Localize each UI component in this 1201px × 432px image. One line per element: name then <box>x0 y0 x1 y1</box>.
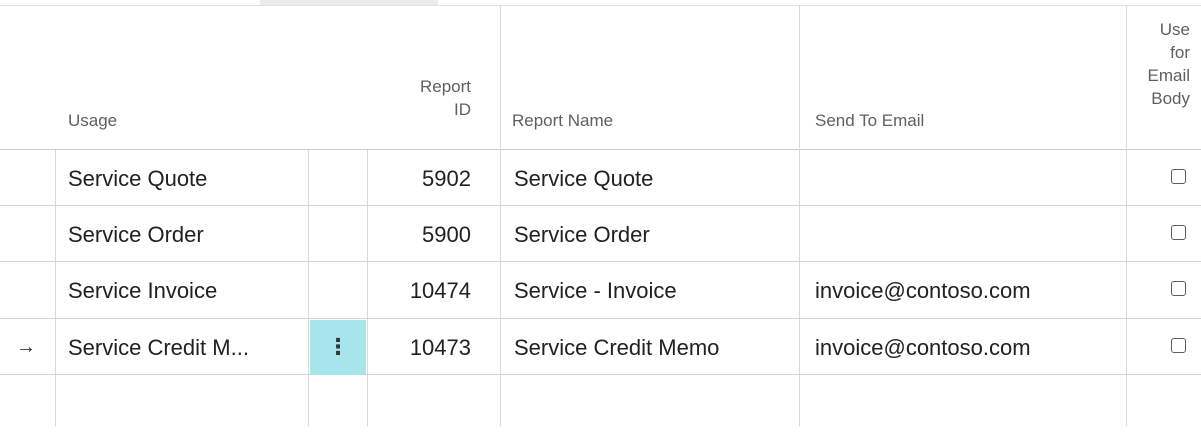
report-id-cell[interactable]: 5902 <box>370 150 471 207</box>
header-divider <box>1126 5 1127 148</box>
usage-cell[interactable]: Service Credit M... <box>68 319 249 376</box>
send-to-email-cell[interactable]: invoice@contoso.com <box>815 262 1031 319</box>
column-header-report-id[interactable]: Report ID <box>370 75 471 121</box>
report-name-cell[interactable]: Service Order <box>514 206 650 263</box>
column-header-use-line-4: Body <box>1151 89 1190 108</box>
top-tab-edge <box>260 0 438 5</box>
column-header-report-id-line-1: Report <box>419 77 471 96</box>
send-to-email-cell[interactable]: invoice@contoso.com <box>815 319 1031 376</box>
report-name-cell[interactable]: Service Credit Memo <box>514 319 719 376</box>
use-for-email-body-checkbox[interactable] <box>1171 281 1186 296</box>
column-header-use-line-2: for <box>1170 43 1190 62</box>
report-id-cell[interactable]: 10474 <box>370 262 471 319</box>
column-header-use-line-1: Use <box>1159 20 1190 39</box>
table-row-empty[interactable] <box>0 375 1201 432</box>
use-for-email-body-checkbox[interactable] <box>1171 338 1186 353</box>
column-header-report-name[interactable]: Report Name <box>512 109 613 132</box>
header-divider <box>799 5 800 148</box>
table-row-selected[interactable]: → Service Credit M... ⋮ 10473 Service Cr… <box>0 319 1201 376</box>
report-id-cell[interactable]: 5900 <box>370 206 471 263</box>
column-header-use-line-3: Email <box>1147 66 1190 85</box>
report-name-cell[interactable]: Service - Invoice <box>514 262 677 319</box>
column-header-report-id-line-2: ID <box>454 100 471 119</box>
report-name-cell[interactable]: Service Quote <box>514 150 653 207</box>
table-row[interactable]: Service Quote 5902 Service Quote <box>0 150 1201 207</box>
column-header-send-to-email[interactable]: Send To Email <box>815 109 924 132</box>
column-header-use-for-email-body[interactable]: Use for Email Body <box>1128 18 1190 110</box>
table-row[interactable]: Service Order 5900 Service Order <box>0 206 1201 263</box>
usage-cell[interactable]: Service Quote <box>68 150 207 207</box>
header-divider <box>500 5 501 148</box>
use-for-email-body-checkbox[interactable] <box>1171 225 1186 240</box>
column-header-usage[interactable]: Usage <box>68 109 117 132</box>
top-border <box>0 5 1201 6</box>
row-actions-menu-icon[interactable]: ⋮ <box>310 320 366 375</box>
current-row-arrow-icon: → <box>16 336 36 358</box>
table-row[interactable]: Service Invoice 10474 Service - Invoice … <box>0 262 1201 319</box>
report-id-cell[interactable]: 10473 <box>370 319 471 376</box>
usage-cell[interactable]: Service Invoice <box>68 262 217 319</box>
usage-cell[interactable]: Service Order <box>68 206 204 263</box>
use-for-email-body-checkbox[interactable] <box>1171 169 1186 184</box>
